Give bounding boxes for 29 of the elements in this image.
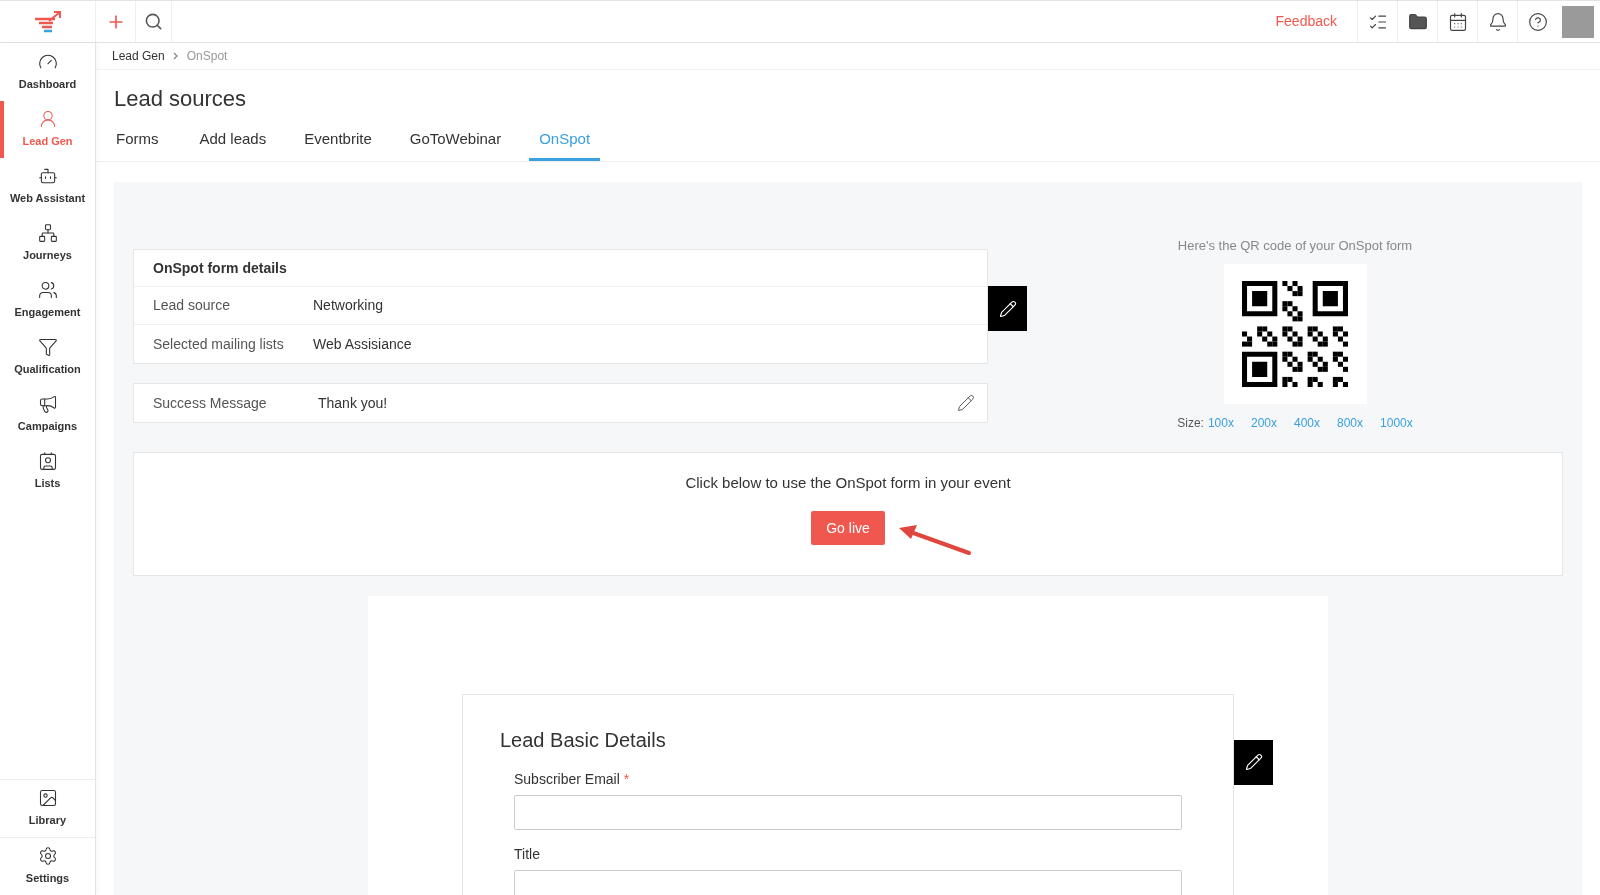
field-value: Web Assisiance: [313, 334, 412, 354]
size-label: Size:: [1177, 414, 1204, 432]
required-mark: *: [623, 769, 630, 789]
sidebar-item[interactable]: Web Assistant: [0, 158, 95, 215]
breadcrumb-link[interactable]: Lead Gen: [112, 47, 165, 65]
field-label: Lead source: [153, 296, 232, 315]
sidebar-item[interactable]: Journeys: [0, 215, 95, 272]
tab[interactable]: Forms: [106, 127, 169, 161]
field-label: Success Message: [153, 393, 268, 413]
field-value: Thank you!: [318, 393, 389, 413]
sidebar-item[interactable]: Campaigns: [0, 386, 95, 443]
tab[interactable]: Add leads: [189, 127, 277, 161]
field-label: Selected mailing lists: [153, 334, 285, 354]
form-title: Lead Basic Details: [500, 727, 667, 753]
tab[interactable]: Eventbrite: [294, 127, 382, 161]
qr-caption: Here's the QR code of your OnSpot form: [1177, 237, 1413, 255]
field-value: Networking: [313, 296, 384, 315]
tab[interactable]: GoToWebinar: [399, 127, 512, 161]
field-label: Subscriber Email: [514, 769, 620, 789]
go-live-text: Click below to use the OnSpot form in your event: [685, 472, 1011, 493]
sidebar-item[interactable]: Engagement: [0, 272, 95, 329]
sidebar-item[interactable]: Settings: [0, 838, 95, 895]
field-label: Title: [514, 844, 540, 864]
sidebar-item[interactable]: Lists: [0, 443, 95, 500]
sidebar-item[interactable]: Library: [0, 780, 95, 837]
sidebar-item[interactable]: Qualification: [0, 329, 95, 386]
page-title: Lead sources: [113, 85, 248, 113]
card-title: OnSpot form details: [134, 250, 987, 287]
sidebar-item[interactable]: Dashboard: [0, 44, 95, 101]
